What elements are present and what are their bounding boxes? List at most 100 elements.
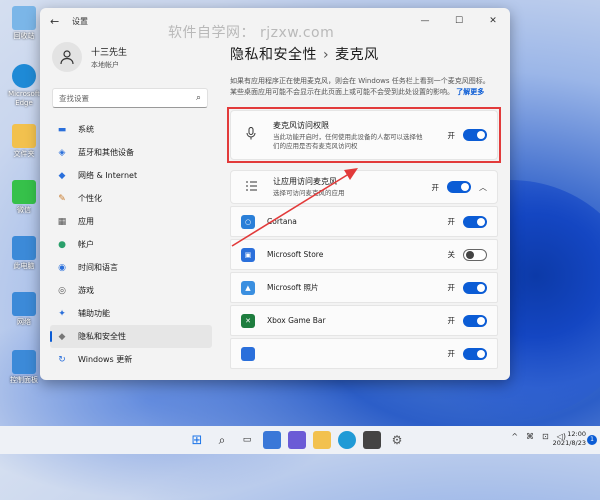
nav-item-label: 时间和语言: [78, 263, 118, 272]
breadcrumb-separator: ›: [323, 47, 330, 63]
nav-item-label: Windows 更新: [78, 355, 133, 364]
app-state: 开: [447, 283, 456, 292]
back-button[interactable]: ←: [50, 15, 64, 28]
nav-item-label: 网络 & Internet: [78, 171, 138, 180]
watermark: 软件自学网： rjzxw.com: [168, 25, 335, 41]
control-panel-icon: [12, 350, 36, 374]
nav-list: ▬ 系统 ◈ 蓝牙和其他设备 ◆ 网络 & Internet ✎ 个性化 ▦ 应用 ● 帐户…: [40, 118, 220, 371]
bluetooth-icon: ◈: [58, 147, 66, 158]
recycle-bin-icon: [12, 6, 36, 30]
nav-item-label: 系统: [78, 125, 94, 134]
learn-more-link[interactable]: 了解更多: [456, 88, 484, 96]
search-placeholder: 查找设置: [59, 93, 89, 103]
system-icon: ▬: [57, 124, 67, 135]
app-access-state: 开: [431, 182, 440, 192]
search-input[interactable]: 查找设置 ⌕: [52, 88, 208, 108]
nav-item-time-language[interactable]: ◉ 时间和语言: [50, 256, 212, 279]
page-title: 麦克风: [335, 47, 379, 63]
app-name: Xbox Game Bar: [267, 316, 326, 325]
settings-window: ← 设置 — ☐ ✕ 十三先生 本地帐户 查找设置 ⌕ ▬ 系统 ◈ 蓝牙和其他…: [40, 8, 510, 380]
avatar: [52, 42, 82, 72]
page-description: 如果有应用程序正在使用麦克风，则会在 Windows 任务栏上看到一个麦克风图标…: [230, 76, 498, 98]
app-access-desc: 选择可访问麦克风的应用: [273, 189, 345, 197]
display-icon[interactable]: ⊡: [542, 432, 549, 441]
shield-icon: ◆: [58, 331, 66, 342]
settings-icon[interactable]: ⚙: [388, 431, 406, 449]
app-toggle[interactable]: [463, 347, 487, 360]
search-icon: ⌕: [195, 93, 201, 103]
update-icon: ↻: [58, 354, 66, 365]
app-toggle[interactable]: [463, 248, 487, 261]
gamepad-icon: ◎: [58, 285, 66, 296]
app-row-photos: ▲ Microsoft 照片 开: [230, 272, 498, 303]
app-state: 开: [447, 349, 456, 358]
mic-access-toggle[interactable]: [463, 129, 487, 141]
app-row-partial: 开: [230, 338, 498, 369]
app-access-toggle[interactable]: [447, 181, 471, 193]
user-name: 十三先生: [91, 47, 128, 58]
nav-item-system[interactable]: ▬ 系统: [50, 118, 212, 141]
nav-item-label: 帐户: [78, 240, 94, 249]
list-icon: [241, 181, 261, 194]
maximize-button[interactable]: ☐: [442, 16, 476, 26]
notification-badge[interactable]: 1: [587, 435, 597, 445]
app-state: 开: [447, 316, 456, 325]
app-access-title: 让应用访问麦克风: [273, 177, 337, 186]
nav-item-bluetooth[interactable]: ◈ 蓝牙和其他设备: [50, 141, 212, 164]
store-icon: ▣: [241, 247, 255, 262]
chevron-up-icon[interactable]: ︿: [479, 182, 487, 193]
edge-icon[interactable]: [338, 431, 356, 449]
app-row-xbox-game-bar: ✕ Xbox Game Bar 开: [230, 305, 498, 336]
app-access-card[interactable]: 让应用访问麦克风 选择可访问麦克风的应用 开 ︿: [230, 170, 498, 204]
description-text: 如果有应用程序正在使用麦克风，则会在 Windows 任务栏上看到一个麦克风图标…: [230, 77, 490, 96]
windows-icon[interactable]: ⊞: [188, 431, 206, 449]
clock[interactable]: 12:00 2021/8/23: [553, 430, 586, 448]
time: 12:00: [567, 430, 586, 438]
minimize-button[interactable]: —: [408, 16, 442, 26]
nav-item-label: 游戏: [78, 286, 94, 295]
account-icon: ●: [58, 239, 66, 250]
cortana-icon: ○: [241, 214, 255, 229]
chat-icon[interactable]: [288, 431, 306, 449]
app-toggle[interactable]: [463, 314, 487, 327]
nav-item-privacy-security[interactable]: ◆ 隐私和安全性: [50, 325, 212, 348]
close-button[interactable]: ✕: [476, 16, 510, 26]
taskbar-apps: ⊞ ⌕ ▭ ⚙: [188, 431, 413, 449]
taskbar: ⊞ ⌕ ▭ ⚙ ^ ⌘ ⊡ ◁) 12:00 2021/8/23 1: [0, 426, 600, 454]
app-name: Microsoft Store: [267, 250, 324, 259]
search-icon[interactable]: ⌕: [213, 431, 231, 449]
photos-icon: ▲: [241, 280, 255, 295]
folder-icon: [12, 124, 36, 148]
breadcrumb: 隐私和安全性 › 麦克风: [230, 44, 498, 64]
task-view-icon[interactable]: ▭: [238, 431, 256, 449]
wechat-icon: [12, 180, 36, 204]
apps-icon: ▦: [57, 216, 67, 227]
nav-item-label: 隐私和安全性: [78, 332, 126, 341]
app-toggle[interactable]: [463, 281, 487, 294]
nav-item-windows-update[interactable]: ↻ Windows 更新: [50, 348, 212, 371]
person-icon: [60, 50, 74, 65]
accessibility-icon: ✦: [58, 308, 66, 319]
app-state: 开: [447, 217, 456, 226]
nav-item-accessibility[interactable]: ✦ 辅助功能: [50, 302, 212, 325]
breadcrumb-parent[interactable]: 隐私和安全性: [230, 47, 317, 63]
nav-item-network[interactable]: ◆ 网络 & Internet: [50, 164, 212, 187]
mic-access-card: 麦克风访问权限 当此功能开启时，任何使用此设备的人都可以选择他们的应用是否有麦克…: [227, 107, 501, 163]
highlight-box: [227, 107, 501, 163]
app-row-cortana: ○ Cortana 开: [230, 206, 498, 237]
explorer-icon[interactable]: [313, 431, 331, 449]
nav-item-apps[interactable]: ▦ 应用: [50, 210, 212, 233]
user-profile[interactable]: 十三先生 本地帐户: [52, 42, 220, 72]
widgets-icon[interactable]: [263, 431, 281, 449]
nav-item-gaming[interactable]: ◎ 游戏: [50, 279, 212, 302]
edge-icon: [12, 64, 36, 88]
account-type: 本地帐户: [91, 60, 119, 69]
app-toggle[interactable]: [463, 215, 487, 228]
store-icon[interactable]: [363, 431, 381, 449]
network-icon[interactable]: ⌘: [526, 432, 534, 441]
chevron-up-icon[interactable]: ^: [511, 432, 518, 441]
app-name: Microsoft 照片: [267, 283, 319, 292]
nav-item-accounts[interactable]: ● 帐户: [50, 233, 212, 256]
nav-item-personalization[interactable]: ✎ 个性化: [50, 187, 212, 210]
wifi-icon: ◆: [58, 170, 66, 181]
